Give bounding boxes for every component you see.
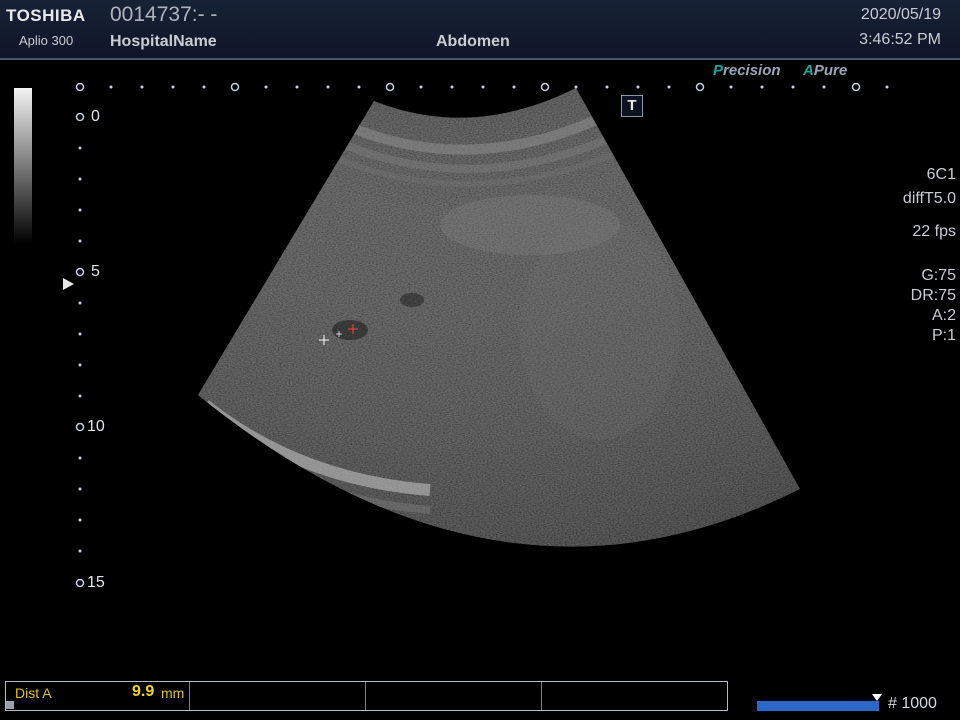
precision-logo: Precision bbox=[713, 62, 781, 79]
precision-logo-p: P bbox=[713, 62, 724, 79]
probe-name: 6C1 bbox=[926, 166, 956, 183]
depth-label-0: 0 bbox=[91, 108, 100, 125]
lateral-ruler bbox=[75, 82, 889, 92]
ultrasound-image bbox=[198, 88, 800, 547]
focus-marker-icon[interactable] bbox=[63, 278, 74, 290]
a-value: A:2 bbox=[931, 307, 956, 324]
measurement-value: 9.9 bbox=[132, 683, 155, 700]
measurement-cell-divider bbox=[189, 682, 190, 710]
apure-logo-a: A bbox=[803, 62, 814, 79]
model-name: Aplio 300 bbox=[19, 33, 74, 48]
measurement-cell-divider bbox=[365, 682, 366, 710]
imaging-mode: diffT5.0 bbox=[902, 190, 956, 207]
exam-date: 2020/05/19 bbox=[860, 6, 941, 23]
apure-logo-rest: Pure bbox=[813, 62, 848, 79]
cine-position-marker-icon[interactable] bbox=[872, 694, 882, 701]
exam-preset: Abdomen bbox=[436, 33, 510, 50]
measurement-label: Dist A bbox=[15, 685, 52, 701]
measurement-panel: Dist A 9.9 mm bbox=[5, 681, 728, 711]
measurement-corner-marker bbox=[6, 701, 14, 709]
depth-label-5: 5 bbox=[91, 263, 100, 280]
exam-time: 3:46:52 PM bbox=[859, 31, 941, 48]
frame-count: # 1000 bbox=[888, 695, 937, 712]
patient-id: 0014737:- - bbox=[110, 3, 218, 26]
apure-logo: APure bbox=[803, 62, 847, 79]
header-bar: TOSHIBA Aplio 300 0014737:- - HospitalNa… bbox=[0, 0, 960, 60]
depth-label-15: 15 bbox=[87, 574, 105, 591]
frame-rate: 22 fps bbox=[912, 223, 956, 240]
precision-logo-rest: recision bbox=[723, 62, 781, 79]
measurement-unit: mm bbox=[161, 685, 185, 701]
p-value: P:1 bbox=[931, 327, 956, 344]
hospital-name: HospitalName bbox=[110, 33, 217, 50]
gain-value: G:75 bbox=[921, 267, 956, 284]
measurement-cell-divider bbox=[541, 682, 542, 710]
depth-ruler bbox=[75, 112, 85, 588]
brand-logo: TOSHIBA bbox=[6, 6, 86, 25]
cine-progress-bar[interactable] bbox=[757, 701, 879, 711]
depth-label-10: 10 bbox=[87, 418, 105, 435]
trapezoid-mode-icon[interactable]: T bbox=[621, 95, 643, 117]
dynamic-range-value: DR:75 bbox=[910, 287, 956, 304]
